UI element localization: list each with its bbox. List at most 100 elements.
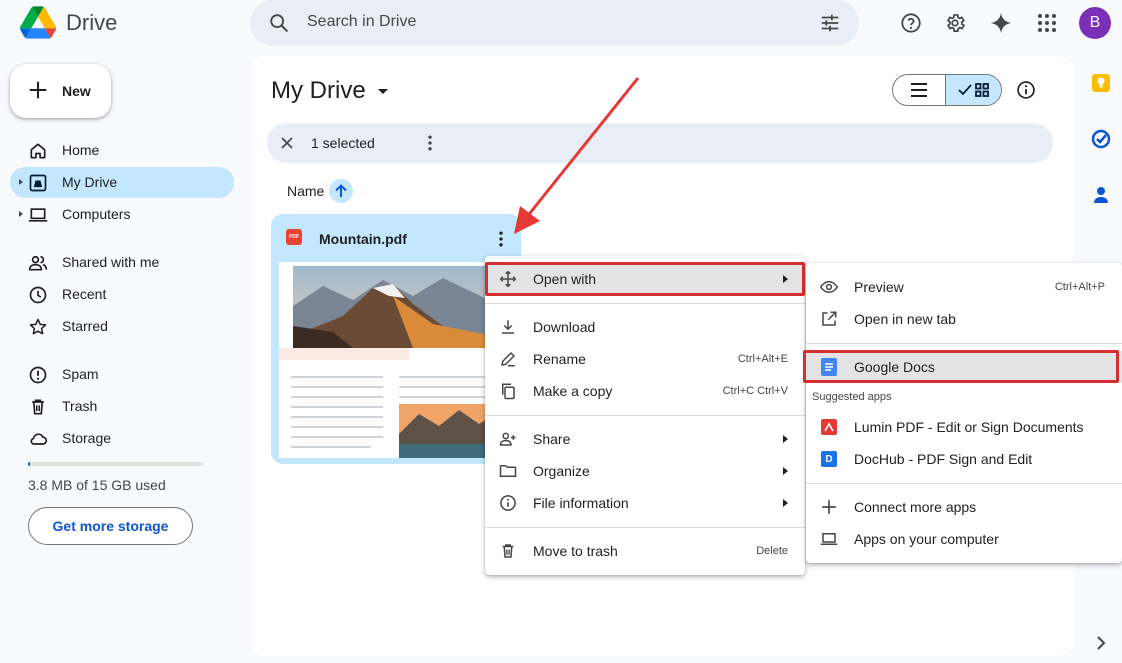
search-options-icon[interactable] bbox=[819, 12, 841, 34]
menu-item-label: Preview bbox=[854, 279, 904, 295]
sidebar-item-home[interactable]: Home bbox=[10, 135, 234, 166]
clear-selection-close-icon[interactable] bbox=[277, 133, 297, 153]
menu-divider bbox=[806, 343, 1122, 344]
menu-item-preview[interactable]: Preview Ctrl+Alt+P bbox=[806, 271, 1122, 303]
menu-item-lumin-pdf[interactable]: Lumin PDF - Edit or Sign Documents bbox=[806, 411, 1122, 443]
trash-icon bbox=[32, 399, 44, 415]
search-bar[interactable]: Search in Drive bbox=[250, 0, 859, 46]
menu-divider bbox=[806, 483, 1122, 484]
name-column-header[interactable]: Name bbox=[287, 183, 324, 199]
download-icon bbox=[499, 318, 517, 336]
sidebar-item-storage[interactable]: Storage bbox=[10, 423, 234, 454]
page-title-dropdown[interactable]: My Drive bbox=[271, 77, 388, 105]
selection-count: 1 selected bbox=[311, 135, 375, 151]
sidebar-item-label: Starred bbox=[62, 318, 108, 334]
details-info-icon[interactable] bbox=[1016, 80, 1036, 100]
text-line bbox=[399, 386, 499, 388]
menu-item-file-information[interactable]: File information bbox=[485, 487, 805, 519]
sidebar-item-starred[interactable]: Starred bbox=[10, 311, 234, 342]
search-icon[interactable] bbox=[268, 12, 290, 34]
gemini-sparkle-icon[interactable] bbox=[989, 11, 1013, 35]
keep-notes-icon[interactable] bbox=[1090, 72, 1112, 94]
settings-gear-icon[interactable] bbox=[943, 11, 967, 35]
list-view-icon bbox=[911, 83, 928, 97]
menu-item-dochub[interactable]: D DocHub - PDF Sign and Edit bbox=[806, 443, 1122, 475]
menu-item-make-copy[interactable]: Make a copy Ctrl+C Ctrl+V bbox=[485, 375, 805, 407]
tasks-icon[interactable] bbox=[1090, 128, 1112, 150]
menu-item-label: Share bbox=[533, 431, 571, 447]
view-toggle[interactable] bbox=[892, 74, 1002, 106]
apps-grid-icon[interactable] bbox=[1035, 11, 1059, 35]
checkmark-icon bbox=[958, 84, 972, 96]
plus-icon bbox=[29, 81, 47, 99]
open-in-new-tab-icon bbox=[820, 310, 838, 328]
storage-usage-fill bbox=[28, 462, 30, 466]
menu-item-label: Open in new tab bbox=[854, 311, 956, 327]
menu-item-download[interactable]: Download bbox=[485, 311, 805, 343]
sidebar-item-spam[interactable]: Spam bbox=[10, 359, 234, 390]
menu-item-label: Make a copy bbox=[533, 383, 613, 399]
grid-view-button[interactable] bbox=[946, 75, 1001, 105]
drive-logo-icon bbox=[20, 6, 56, 39]
chevron-right-icon[interactable] bbox=[1090, 632, 1112, 654]
list-view-button[interactable] bbox=[893, 75, 947, 105]
sidebar-item-label: Spam bbox=[62, 366, 99, 382]
sidebar-item-trash[interactable]: Trash bbox=[10, 391, 234, 422]
expand-caret-icon[interactable] bbox=[19, 179, 23, 185]
arrow-up-icon bbox=[335, 184, 347, 197]
menu-item-connect-more-apps[interactable]: Connect more apps bbox=[806, 491, 1122, 523]
sort-direction-button[interactable] bbox=[329, 179, 353, 203]
help-icon[interactable] bbox=[899, 11, 923, 35]
my-drive-icon bbox=[29, 174, 47, 192]
sidebar-item-label: Recent bbox=[62, 286, 107, 302]
sidebar-item-shared-with-me[interactable]: Shared with me bbox=[10, 247, 234, 278]
text-line bbox=[291, 436, 383, 438]
plus-icon bbox=[820, 498, 838, 516]
menu-item-label: Google Docs bbox=[854, 359, 935, 375]
dochub-icon: D bbox=[820, 450, 838, 468]
menu-item-share[interactable]: Share bbox=[485, 423, 805, 455]
expand-caret-icon[interactable] bbox=[19, 211, 23, 217]
page-title: My Drive bbox=[271, 77, 366, 104]
menu-divider bbox=[485, 527, 805, 528]
menu-item-move-to-trash[interactable]: Move to trash Delete bbox=[485, 535, 805, 567]
home-icon bbox=[30, 143, 46, 159]
search-input[interactable]: Search in Drive bbox=[307, 13, 416, 31]
account-avatar[interactable]: B bbox=[1079, 7, 1111, 39]
menu-item-apps-on-computer[interactable]: Apps on your computer bbox=[806, 523, 1122, 555]
get-more-storage-button[interactable]: Get more storage bbox=[28, 507, 193, 545]
sidebar-item-my-drive[interactable]: My Drive bbox=[10, 167, 234, 198]
add-person-share-icon bbox=[499, 430, 517, 448]
menu-item-shortcut: Ctrl+C Ctrl+V bbox=[722, 385, 788, 397]
file-thumbnail[interactable] bbox=[279, 262, 513, 458]
contacts-icon[interactable] bbox=[1090, 184, 1112, 206]
new-button[interactable]: New bbox=[10, 64, 111, 118]
menu-item-google-docs[interactable]: Google Docs bbox=[806, 351, 1122, 383]
sidebar-item-computers[interactable]: Computers bbox=[10, 199, 234, 230]
rename-pencil-icon bbox=[499, 350, 517, 368]
sidebar-item-recent[interactable]: Recent bbox=[10, 279, 234, 310]
menu-item-open-in-new-tab[interactable]: Open in new tab bbox=[806, 303, 1122, 335]
menu-item-label: Rename bbox=[533, 351, 586, 367]
text-line bbox=[399, 376, 499, 378]
suggested-apps-label: Suggested apps bbox=[812, 391, 892, 403]
eye-preview-icon bbox=[820, 278, 838, 296]
pdf-file-icon: PDF bbox=[286, 229, 302, 245]
copy-icon bbox=[499, 382, 517, 400]
dropdown-arrow-icon bbox=[377, 88, 388, 94]
menu-item-rename[interactable]: Rename Ctrl+Alt+E bbox=[485, 343, 805, 375]
menu-item-shortcut: Ctrl+Alt+E bbox=[737, 353, 788, 365]
trash-icon bbox=[499, 542, 517, 560]
cloud-icon bbox=[30, 433, 48, 445]
file-card[interactable]: PDF Mountain.pdf bbox=[271, 214, 521, 464]
menu-item-open-with[interactable]: Open with bbox=[485, 263, 805, 295]
open-with-submenu: Preview Ctrl+Alt+P Open in new tab Googl… bbox=[806, 263, 1122, 563]
sidebar-item-label: Trash bbox=[62, 398, 98, 414]
storage-usage-text: 3.8 MB of 15 GB used bbox=[28, 477, 166, 493]
more-actions-icon[interactable] bbox=[420, 133, 440, 153]
menu-item-label: DocHub - PDF Sign and Edit bbox=[854, 451, 1033, 467]
menu-item-organize[interactable]: Organize bbox=[485, 455, 805, 487]
menu-item-label: Lumin PDF - Edit or Sign Documents bbox=[854, 419, 1084, 435]
drive-logo[interactable]: Drive bbox=[20, 6, 117, 39]
file-context-menu: Open with Download Rename Ctrl+Alt+E Mak… bbox=[485, 256, 805, 575]
